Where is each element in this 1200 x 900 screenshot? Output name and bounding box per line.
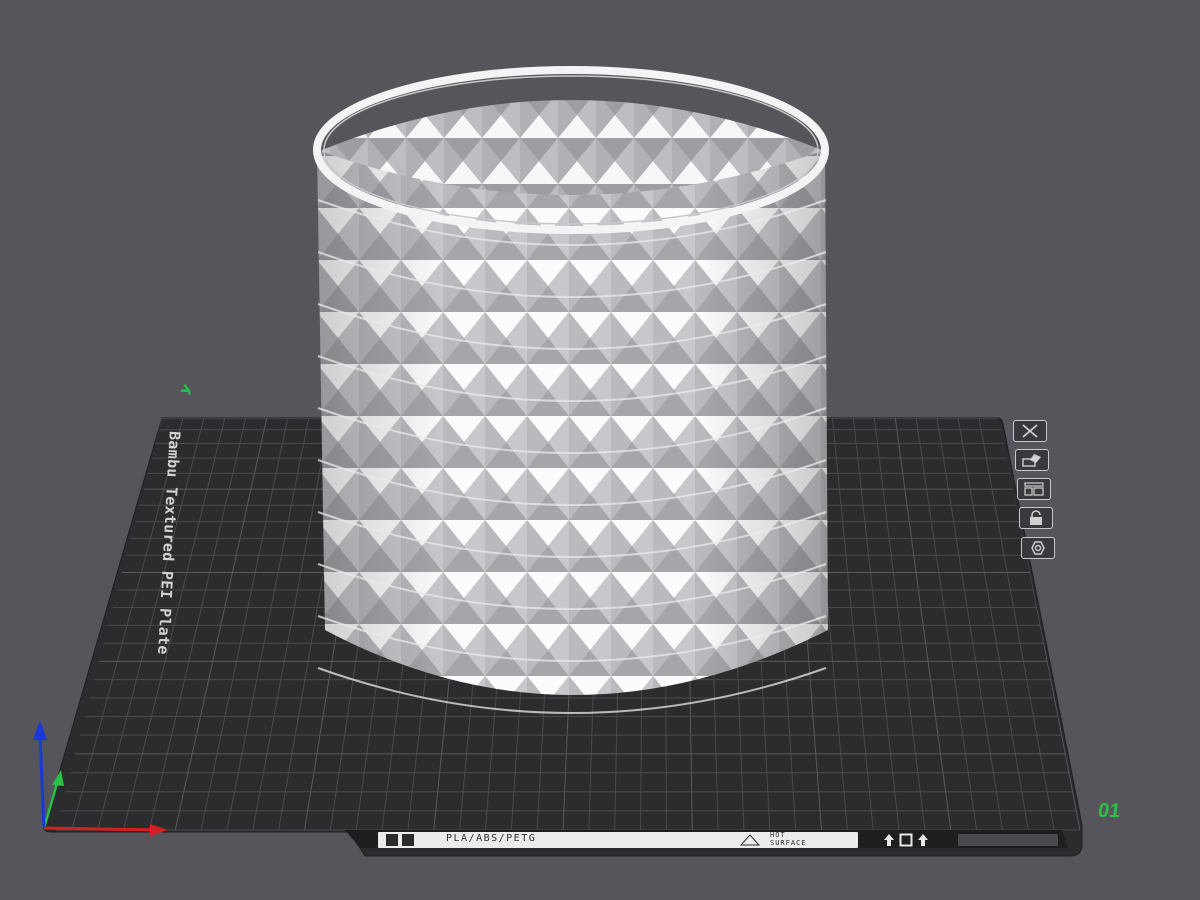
plate-label-strip: PLA/ABS/PETG HOT SURFACE — [378, 831, 858, 848]
gear-icon — [1031, 541, 1045, 555]
close-plate-button[interactable] — [1013, 420, 1047, 442]
close-icon — [1022, 424, 1038, 438]
plate-type-icon — [386, 834, 398, 846]
lock-plate-button[interactable] — [1019, 507, 1053, 529]
plate-number-label[interactable]: 01 — [1096, 800, 1122, 823]
square-icon — [899, 833, 913, 847]
material-compatibility-label: PLA/ABS/PETG — [446, 833, 537, 844]
auto-arrange-icon — [1022, 454, 1041, 467]
warning-icon — [740, 834, 760, 846]
vase-model[interactable] — [313, 66, 829, 714]
hot-surface-label: HOT SURFACE — [770, 831, 807, 847]
plate-tab-icons — [883, 833, 929, 847]
plate-settings-button[interactable] — [1017, 478, 1051, 500]
upload-icon — [918, 834, 928, 846]
plate-settings-icon — [1024, 482, 1044, 496]
lock-icon — [1030, 510, 1042, 525]
plate-options-button[interactable] — [1021, 537, 1055, 559]
bambu-logo-icon — [402, 834, 414, 846]
upload-icon — [884, 834, 894, 846]
auto-arrange-button[interactable] — [1015, 449, 1049, 471]
plate-tab-slot — [958, 834, 1058, 846]
